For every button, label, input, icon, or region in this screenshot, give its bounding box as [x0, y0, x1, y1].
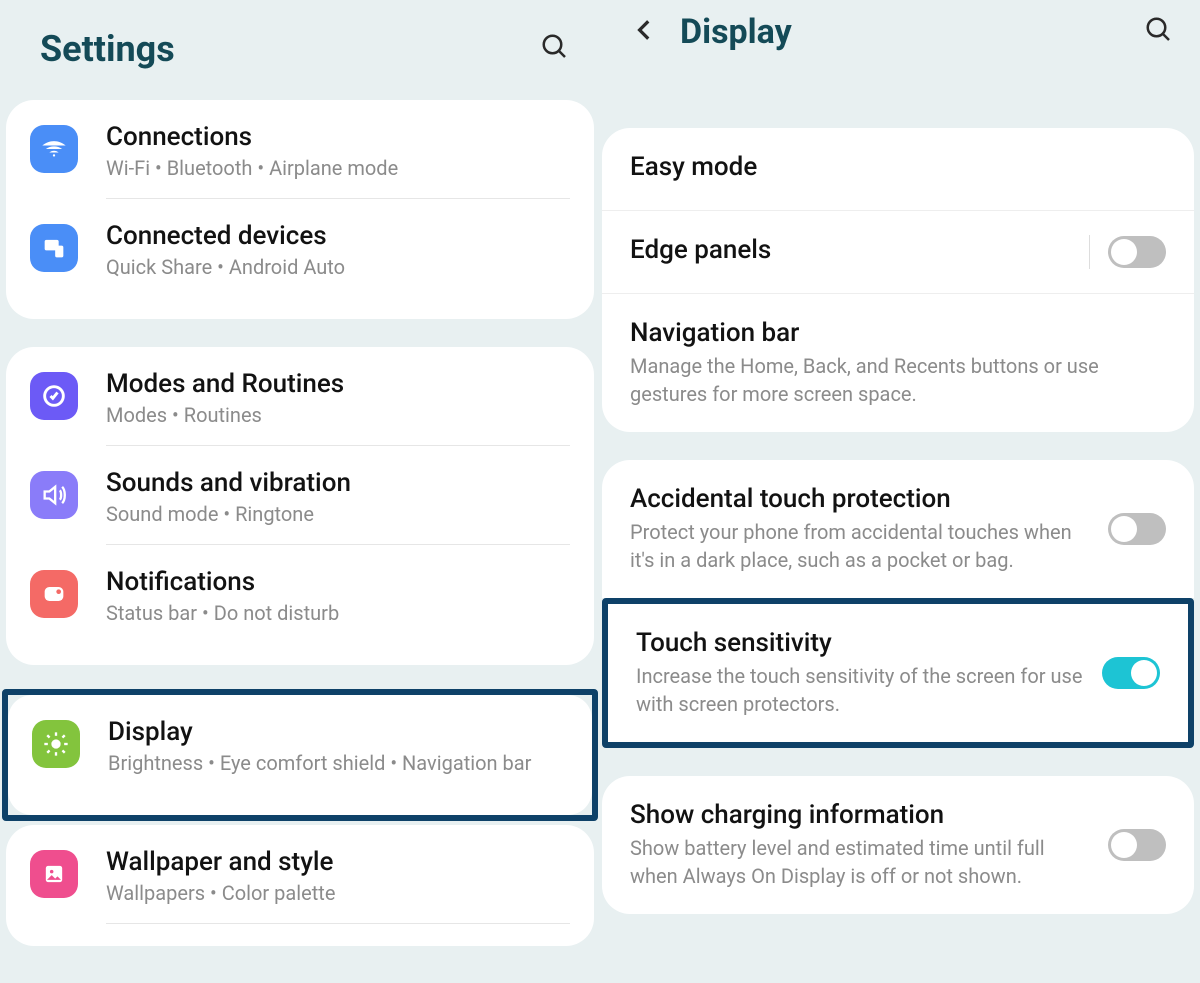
- item-subtitle: Brightness • Eye comfort shield • Naviga…: [108, 751, 568, 775]
- item-subtitle: Modes • Routines: [106, 403, 570, 427]
- display-group-2: Accidental touch protection Protect your…: [602, 460, 1194, 598]
- routines-icon: [30, 372, 78, 420]
- item-subtitle: Sound mode • Ringtone: [106, 502, 570, 526]
- display-item-touch-sensitivity[interactable]: Touch sensitivity Increase the touch sen…: [608, 604, 1188, 742]
- d-title: Edge panels: [630, 235, 1075, 265]
- item-subtitle: Quick Share • Android Auto: [106, 255, 570, 279]
- settings-item-sounds[interactable]: Sounds and vibration Sound mode • Ringto…: [6, 446, 594, 545]
- display-item-navigation-bar[interactable]: Navigation bar Manage the Home, Back, an…: [602, 294, 1194, 432]
- display-group-1: Easy mode Edge panels Navigation bar Man…: [602, 128, 1194, 432]
- item-title: Notifications: [106, 567, 570, 597]
- d-sub: Protect your phone from accidental touch…: [630, 518, 1094, 574]
- display-pane: Display Easy mode Edge panels Navigation…: [600, 0, 1200, 983]
- accidental-touch-toggle[interactable]: [1108, 513, 1166, 545]
- settings-item-connections[interactable]: Connections Wi-Fi • Bluetooth • Airplane…: [6, 100, 594, 199]
- search-icon[interactable]: [1144, 15, 1174, 49]
- settings-title: Settings: [40, 28, 175, 70]
- item-title: Connections: [106, 122, 570, 152]
- d-sub: Show battery level and estimated time un…: [630, 834, 1094, 890]
- touch-sensitivity-toggle[interactable]: [1102, 657, 1160, 689]
- settings-header: Settings: [6, 10, 594, 100]
- setting-text: Wallpaper and style Wallpapers • Color p…: [106, 847, 570, 924]
- settings-group-display: Display Brightness • Eye comfort shield …: [8, 695, 592, 815]
- wallpaper-icon: [30, 850, 78, 898]
- d-title: Navigation bar: [630, 318, 1152, 348]
- d-sub: Manage the Home, Back, and Recents butto…: [630, 352, 1152, 408]
- setting-text: Notifications Status bar • Do not distur…: [106, 567, 570, 643]
- setting-text: Connected devices Quick Share • Android …: [106, 221, 570, 297]
- settings-pane: Settings Connections Wi-Fi • Bluetooth •…: [0, 0, 600, 983]
- d-title: Accidental touch protection: [630, 484, 1094, 514]
- display-group-touch: Touch sensitivity Increase the touch sen…: [608, 604, 1188, 742]
- setting-text: Display Brightness • Eye comfort shield …: [108, 717, 568, 793]
- notifications-icon: [30, 570, 78, 618]
- separator: [1089, 235, 1090, 269]
- settings-item-connected-devices[interactable]: Connected devices Quick Share • Android …: [6, 199, 594, 319]
- highlight-touch-sensitivity: Touch sensitivity Increase the touch sen…: [602, 598, 1194, 748]
- settings-group-connections: Connections Wi-Fi • Bluetooth • Airplane…: [6, 100, 594, 319]
- setting-text: Sounds and vibration Sound mode • Ringto…: [106, 468, 570, 545]
- setting-text: Modes and Routines Modes • Routines: [106, 369, 570, 446]
- display-icon: [32, 720, 80, 768]
- display-title: Display: [680, 12, 1122, 52]
- setting-text: Connections Wi-Fi • Bluetooth • Airplane…: [106, 122, 570, 199]
- d-title: Show charging information: [630, 800, 1094, 830]
- display-item-edge-panels[interactable]: Edge panels: [602, 211, 1194, 294]
- display-item-easy-mode[interactable]: Easy mode: [602, 128, 1194, 211]
- settings-group-wallpaper: Wallpaper and style Wallpapers • Color p…: [6, 825, 594, 946]
- display-item-charging-info[interactable]: Show charging information Show battery l…: [602, 776, 1194, 914]
- display-group-3: Show charging information Show battery l…: [602, 776, 1194, 914]
- settings-item-wallpaper[interactable]: Wallpaper and style Wallpapers • Color p…: [6, 825, 594, 946]
- display-header: Display: [602, 0, 1194, 82]
- charging-info-toggle[interactable]: [1108, 829, 1166, 861]
- item-title: Connected devices: [106, 221, 570, 251]
- item-subtitle: Wi-Fi • Bluetooth • Airplane mode: [106, 156, 570, 180]
- settings-item-display[interactable]: Display Brightness • Eye comfort shield …: [8, 695, 592, 815]
- settings-item-notifications[interactable]: Notifications Status bar • Do not distur…: [6, 545, 594, 665]
- d-title: Touch sensitivity: [636, 628, 1088, 658]
- highlight-display: Display Brightness • Eye comfort shield …: [2, 689, 598, 821]
- settings-group-modes: Modes and Routines Modes • Routines Soun…: [6, 347, 594, 665]
- item-subtitle: Status bar • Do not disturb: [106, 601, 570, 625]
- item-title: Sounds and vibration: [106, 468, 570, 498]
- settings-item-modes[interactable]: Modes and Routines Modes • Routines: [6, 347, 594, 446]
- wifi-icon: [30, 125, 78, 173]
- back-icon[interactable]: [632, 17, 658, 47]
- display-item-accidental-touch[interactable]: Accidental touch protection Protect your…: [602, 460, 1194, 598]
- item-title: Wallpaper and style: [106, 847, 570, 877]
- item-title: Modes and Routines: [106, 369, 570, 399]
- d-title: Easy mode: [630, 152, 1152, 182]
- sound-icon: [30, 471, 78, 519]
- item-title: Display: [108, 717, 568, 747]
- item-subtitle: Wallpapers • Color palette: [106, 881, 570, 905]
- search-icon[interactable]: [540, 32, 570, 66]
- edge-panels-toggle[interactable]: [1108, 236, 1166, 268]
- d-sub: Increase the touch sensitivity of the sc…: [636, 662, 1088, 718]
- devices-icon: [30, 224, 78, 272]
